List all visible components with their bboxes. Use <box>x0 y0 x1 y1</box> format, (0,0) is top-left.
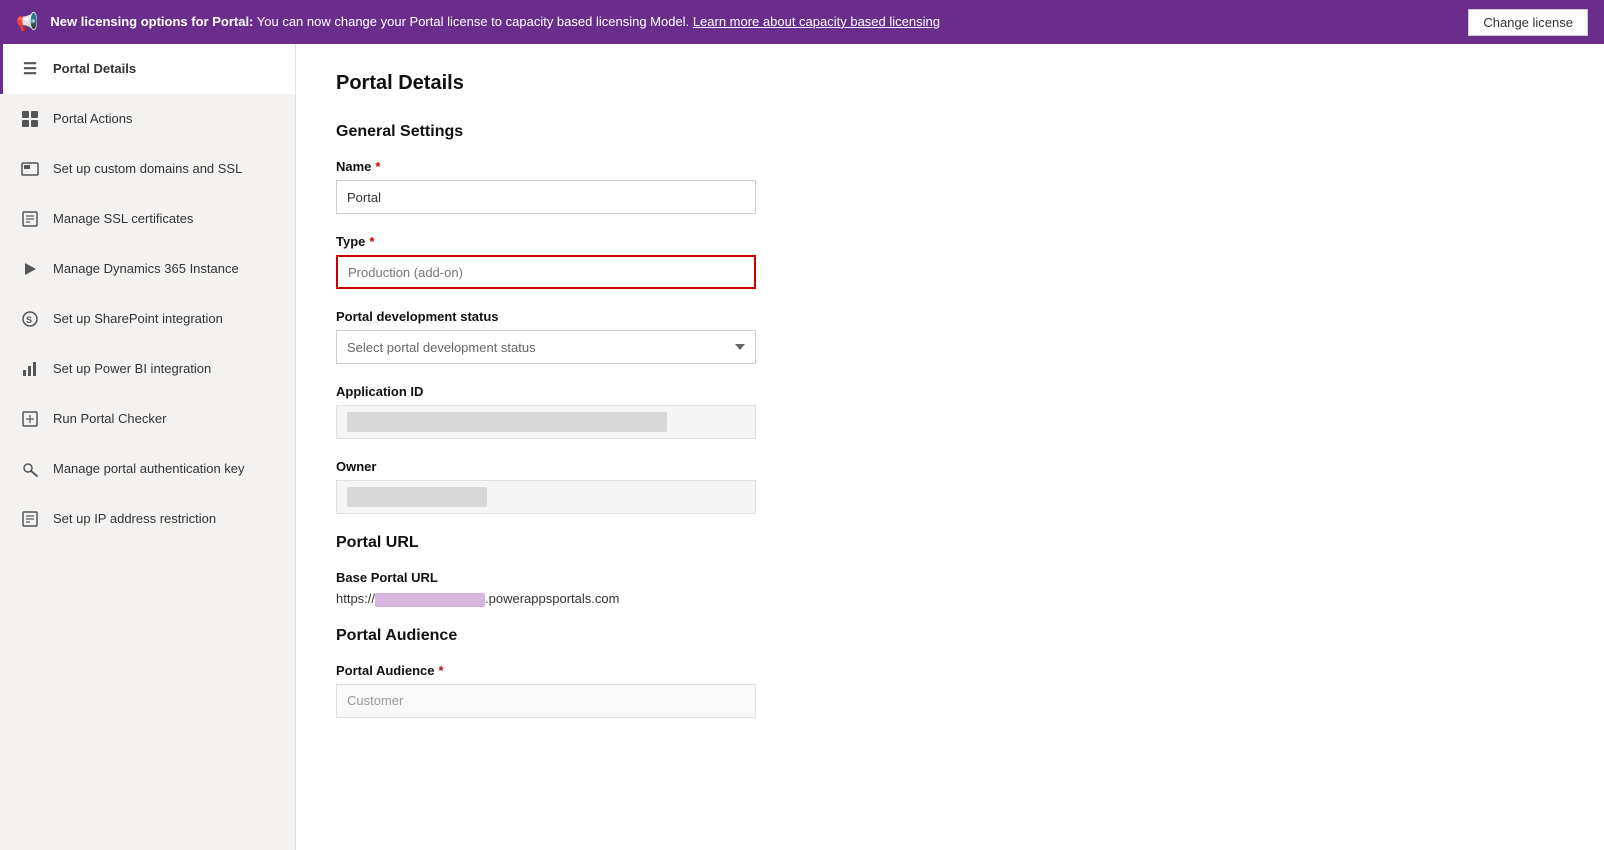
sidebar-label-auth-key: Manage portal authentication key <box>53 461 245 478</box>
svg-text:S: S <box>26 315 32 325</box>
banner-learn-more-link[interactable]: Learn more about capacity based licensin… <box>693 14 940 29</box>
main-content: Portal Details General Settings Name * T… <box>296 44 1604 850</box>
base-portal-url-group: Base Portal URL https://.powerappsportal… <box>336 570 1564 607</box>
banner-text: New licensing options for Portal: You ca… <box>50 13 1456 31</box>
portal-audience-required: * <box>438 663 443 678</box>
sidebar-item-custom-domains[interactable]: Set up custom domains and SSL <box>0 144 295 194</box>
general-settings-title: General Settings <box>336 123 1564 141</box>
sharepoint-icon: S <box>19 308 41 330</box>
banner-normal-text: You can now change your Portal license t… <box>257 14 689 29</box>
sidebar-label-dynamics-instance: Manage Dynamics 365 Instance <box>53 261 239 278</box>
url-redacted-part <box>375 593 485 607</box>
dynamics-instance-icon <box>19 258 41 280</box>
application-id-bar <box>347 412 667 432</box>
sidebar-label-ssl-certs: Manage SSL certificates <box>53 211 193 228</box>
dev-status-select[interactable]: Select portal development status <box>336 330 756 364</box>
licensing-banner: 📢 New licensing options for Portal: You … <box>0 0 1604 44</box>
sidebar-item-ssl-certs[interactable]: Manage SSL certificates <box>0 194 295 244</box>
type-required: * <box>369 234 374 249</box>
sidebar-label-portal-details: Portal Details <box>53 61 136 78</box>
portal-audience-value: Customer <box>336 684 756 718</box>
sidebar: ☰ Portal Details Portal Actions Set up c… <box>0 44 296 850</box>
application-id-field-group: Application ID <box>336 384 1564 439</box>
portal-audience-title: Portal Audience <box>336 627 1564 645</box>
portal-details-icon: ☰ <box>19 58 41 80</box>
sidebar-item-portal-checker[interactable]: Run Portal Checker <box>0 394 295 444</box>
sidebar-label-portal-checker: Run Portal Checker <box>53 411 166 428</box>
sidebar-item-auth-key[interactable]: Manage portal authentication key <box>0 444 295 494</box>
type-label: Type * <box>336 234 1564 249</box>
owner-field-group: Owner <box>336 459 1564 514</box>
portal-audience-label: Portal Audience * <box>336 663 1564 678</box>
portal-actions-icon <box>19 108 41 130</box>
owner-bar <box>347 487 487 507</box>
sidebar-item-dynamics-instance[interactable]: Manage Dynamics 365 Instance <box>0 244 295 294</box>
type-input[interactable] <box>336 255 756 289</box>
page-title: Portal Details <box>336 72 1564 95</box>
ssl-certs-icon <box>19 208 41 230</box>
portal-audience-field-group: Portal Audience * Customer <box>336 663 1564 718</box>
sidebar-label-power-bi: Set up Power BI integration <box>53 361 211 378</box>
application-id-value <box>336 405 756 439</box>
sidebar-item-portal-details[interactable]: ☰ Portal Details <box>0 44 295 94</box>
sidebar-label-custom-domains: Set up custom domains and SSL <box>53 161 242 178</box>
owner-value <box>336 480 756 514</box>
owner-label: Owner <box>336 459 1564 474</box>
name-input[interactable] <box>336 180 756 214</box>
name-field-group: Name * <box>336 159 1564 214</box>
custom-domains-icon <box>19 158 41 180</box>
sidebar-item-power-bi[interactable]: Set up Power BI integration <box>0 344 295 394</box>
type-field-group: Type * <box>336 234 1564 289</box>
change-license-button[interactable]: Change license <box>1468 9 1588 36</box>
base-portal-url-value: https://.powerappsportals.com <box>336 591 1564 607</box>
dev-status-label: Portal development status <box>336 309 1564 324</box>
power-bi-icon <box>19 358 41 380</box>
portal-checker-icon <box>19 408 41 430</box>
sidebar-label-portal-actions: Portal Actions <box>53 111 133 128</box>
sidebar-item-ip-restriction[interactable]: Set up IP address restriction <box>0 494 295 544</box>
banner-bold-text: New licensing options for Portal: <box>50 14 253 29</box>
sidebar-label-sharepoint: Set up SharePoint integration <box>53 311 223 328</box>
sidebar-label-ip-restriction: Set up IP address restriction <box>53 511 216 528</box>
auth-key-icon <box>19 458 41 480</box>
main-layout: ☰ Portal Details Portal Actions Set up c… <box>0 44 1604 850</box>
base-portal-url-label: Base Portal URL <box>336 570 1564 585</box>
name-label: Name * <box>336 159 1564 174</box>
ip-restriction-icon <box>19 508 41 530</box>
application-id-label: Application ID <box>336 384 1564 399</box>
banner-icon: 📢 <box>16 12 38 33</box>
sidebar-item-sharepoint[interactable]: S Set up SharePoint integration <box>0 294 295 344</box>
dev-status-field-group: Portal development status Select portal … <box>336 309 1564 364</box>
name-required: * <box>375 159 380 174</box>
portal-url-title: Portal URL <box>336 534 1564 552</box>
sidebar-item-portal-actions[interactable]: Portal Actions <box>0 94 295 144</box>
